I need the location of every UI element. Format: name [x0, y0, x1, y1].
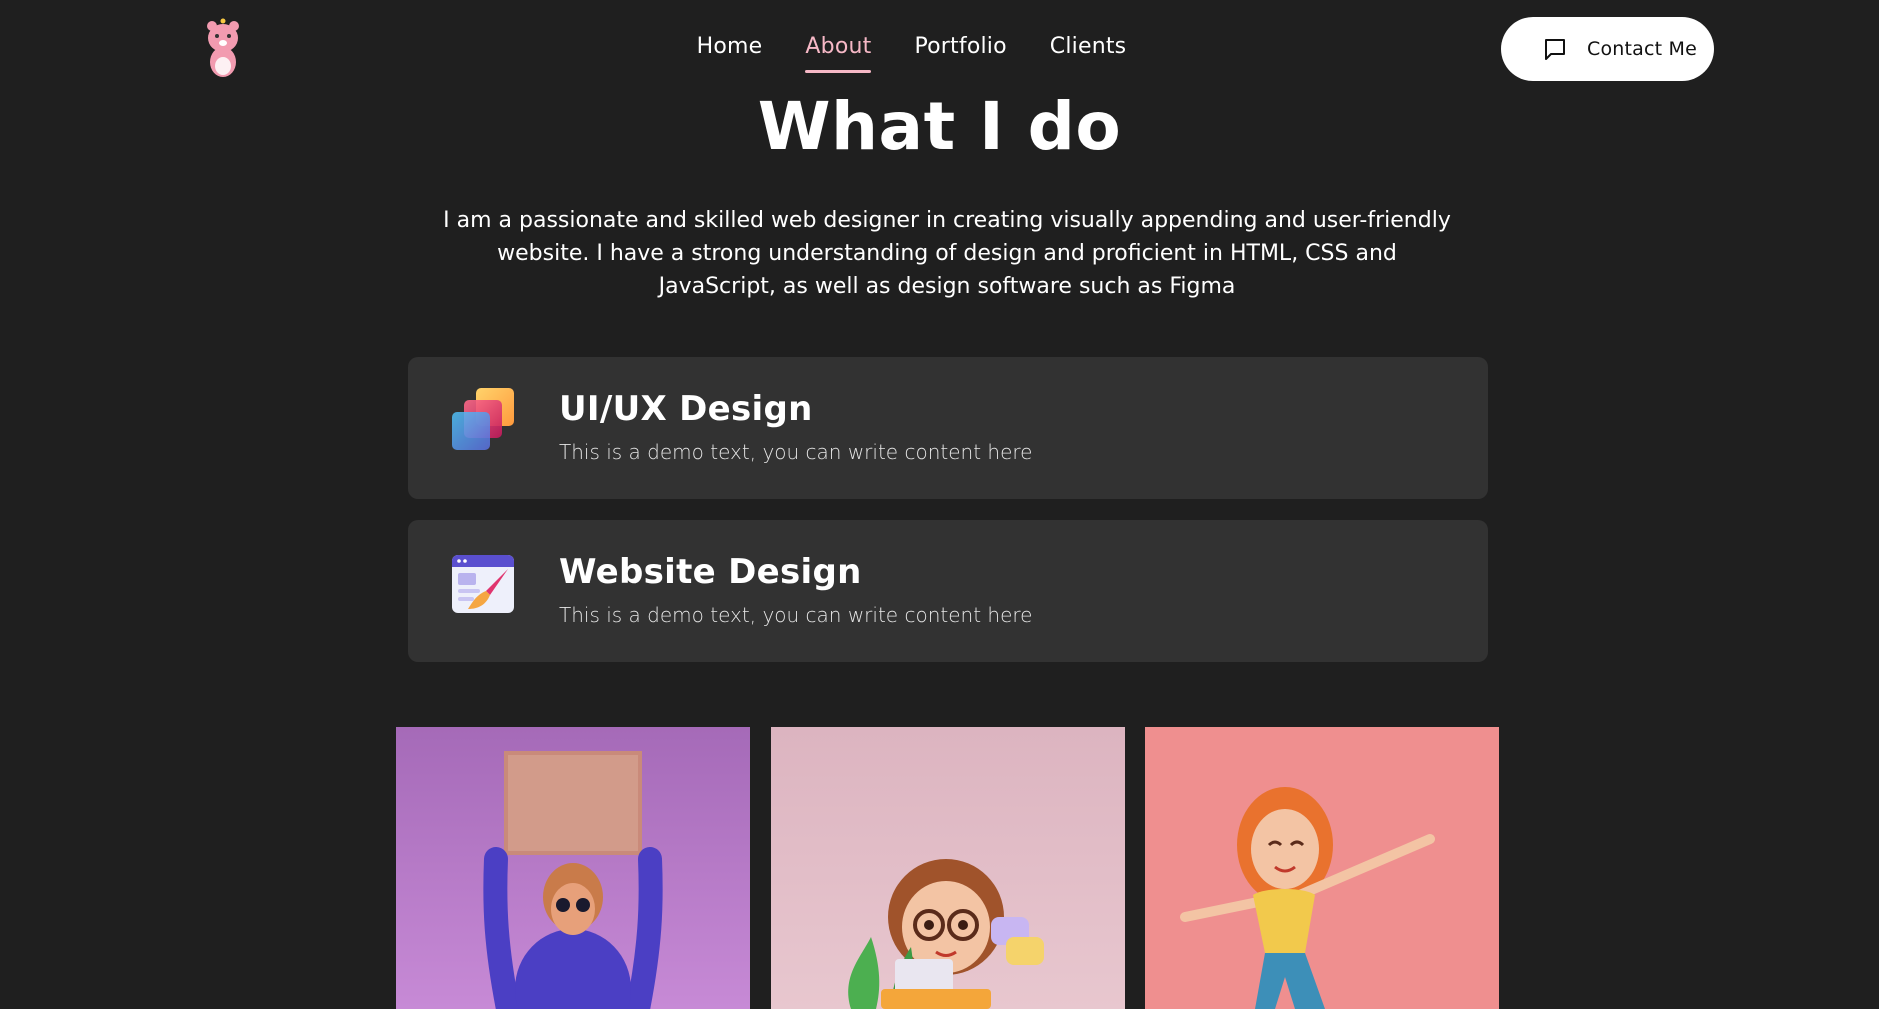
- layers-icon: [452, 388, 514, 450]
- dancing-girl-illustration: [1180, 787, 1435, 1009]
- page: Home About Portfolio Clients Contact Me …: [0, 0, 1879, 1009]
- service-card-website: Website Design This is a demo text, you …: [408, 520, 1488, 662]
- contact-me-button[interactable]: Contact Me: [1501, 17, 1714, 81]
- character-holding-sign-illustration: [483, 751, 663, 1009]
- service-title: UI/UX Design: [559, 389, 813, 429]
- nav-clients[interactable]: Clients: [1050, 34, 1127, 69]
- nav-home[interactable]: Home: [697, 34, 763, 69]
- intro-text: I am a passionate and skilled web design…: [443, 208, 1451, 299]
- browser-brush-icon: [452, 555, 514, 613]
- portfolio-image-sign-holder[interactable]: [396, 727, 750, 1009]
- service-description: This is a demo text, you can write conte…: [559, 603, 1033, 627]
- service-description: This is a demo text, you can write conte…: [559, 440, 1033, 464]
- service-title: Website Design: [559, 552, 862, 592]
- girl-with-laptop-illustration: [848, 859, 1044, 1009]
- service-card-uiux: UI/UX Design This is a demo text, you ca…: [408, 357, 1488, 499]
- portfolio-image-laptop-girl[interactable]: [771, 727, 1125, 1009]
- nav-portfolio[interactable]: Portfolio: [914, 34, 1006, 69]
- nav-about[interactable]: About: [805, 34, 872, 73]
- contact-me-label: Contact Me: [1587, 38, 1698, 60]
- portfolio-image-dancing-girl[interactable]: [1145, 727, 1499, 1009]
- page-title: What I do: [757, 88, 1122, 165]
- chat-icon: [1545, 39, 1565, 60]
